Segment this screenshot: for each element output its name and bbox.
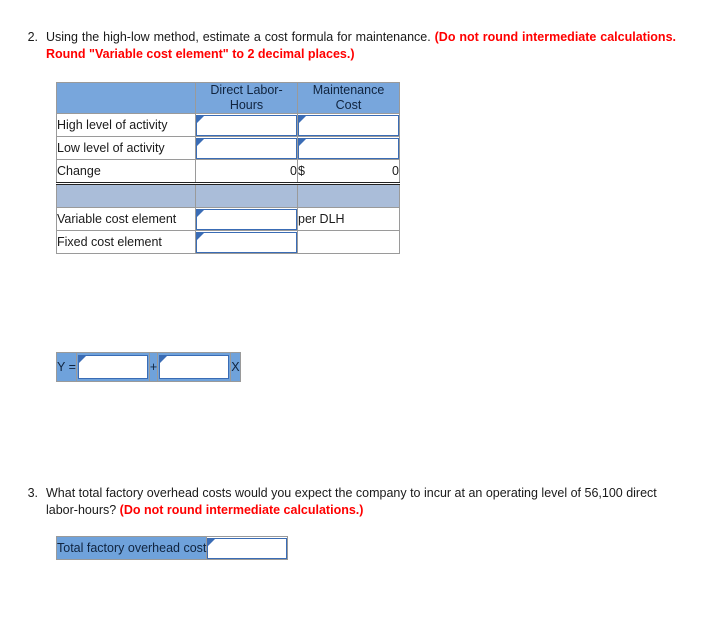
- table-row-fixed-cost: Fixed cost element: [56, 230, 400, 254]
- unit-variable-cost: per DLH: [297, 207, 400, 231]
- input-total-overhead[interactable]: [207, 537, 288, 559]
- table-row-low-level: Low level of activity: [56, 136, 400, 160]
- header-dlh-line2: Hours: [229, 98, 264, 112]
- cell-fixed-cost-value[interactable]: [195, 230, 298, 254]
- row-label-fixed-cost: Fixed cost element: [56, 230, 196, 254]
- question-3-number: 3.: [27, 486, 38, 500]
- question-2: 2. Using the high-low method, estimate a…: [16, 29, 676, 63]
- table-row-change: Change 0 $ 0: [56, 159, 400, 185]
- cell-formula-fixed[interactable]: [157, 352, 232, 382]
- table-separator-band: [56, 183, 400, 208]
- value-change-cost: $ 0: [297, 159, 400, 185]
- row-label-low-level: Low level of activity: [56, 136, 196, 160]
- cell-total-overhead-value[interactable]: [206, 536, 289, 560]
- value-change-cost-amount: 0: [392, 164, 399, 178]
- currency-symbol-change: $: [298, 164, 305, 178]
- cell-formula-variable[interactable]: [75, 352, 150, 382]
- band-cell-3: [297, 183, 400, 208]
- question-2-text: Using the high-low method, estimate a co…: [46, 29, 676, 63]
- high-low-table: Direct Labor- Hours Maintenance Cost Hig…: [56, 82, 400, 254]
- question-3-text-instruction: (Do not round intermediate calculations.…: [119, 503, 364, 517]
- row-label-total-overhead: Total factory overhead cost: [55, 536, 208, 560]
- question-3: 3. What total factory overhead costs wou…: [16, 485, 686, 519]
- question-2-number: 2.: [27, 30, 38, 44]
- table-row-variable-cost: Variable cost element per DLH: [56, 207, 400, 231]
- unit-fixed-cost: [297, 230, 400, 254]
- header-dlh-line1: Direct Labor-: [210, 83, 283, 97]
- cell-low-level-dlh[interactable]: [195, 136, 298, 160]
- input-low-level-cost[interactable]: [298, 137, 399, 159]
- band-cell-2: [195, 183, 298, 208]
- question-2-text-plain: Using the high-low method, estimate a co…: [46, 30, 435, 44]
- value-change-dlh: 0: [195, 159, 298, 185]
- table-header-row: Direct Labor- Hours Maintenance Cost: [56, 82, 400, 114]
- header-direct-labor-hours: Direct Labor- Hours: [195, 82, 298, 114]
- header-cost-line2: Cost: [335, 98, 362, 112]
- total-overhead-table: Total factory overhead cost: [55, 536, 289, 560]
- question-3-text: What total factory overhead costs would …: [46, 485, 686, 519]
- cell-variable-cost-value[interactable]: [195, 207, 298, 231]
- input-low-level-dlh[interactable]: [196, 137, 297, 159]
- header-maintenance-cost: Maintenance Cost: [297, 82, 400, 114]
- input-formula-variable[interactable]: [77, 355, 148, 379]
- header-cost-line1: Maintenance: [312, 83, 385, 97]
- cell-low-level-cost[interactable]: [297, 136, 400, 160]
- input-high-level-cost[interactable]: [298, 114, 399, 136]
- row-label-high-level: High level of activity: [56, 113, 196, 137]
- input-variable-cost[interactable]: [196, 208, 297, 230]
- input-formula-fixed[interactable]: [159, 355, 230, 379]
- cost-formula-row: Y = + X: [56, 352, 241, 382]
- header-blank-cell: [56, 82, 196, 114]
- cell-high-level-cost[interactable]: [297, 113, 400, 137]
- cell-high-level-dlh[interactable]: [195, 113, 298, 137]
- formula-y-label: Y =: [56, 352, 77, 382]
- input-high-level-dlh[interactable]: [196, 114, 297, 136]
- row-label-change: Change: [56, 159, 196, 185]
- formula-plus-sign: +: [148, 352, 159, 382]
- input-fixed-cost[interactable]: [196, 231, 297, 253]
- row-label-variable-cost: Variable cost element: [56, 207, 196, 231]
- table-row-total-overhead: Total factory overhead cost: [55, 536, 289, 560]
- formula-x-label: X: [230, 352, 241, 382]
- table-row-high-level: High level of activity: [56, 113, 400, 137]
- band-cell-1: [56, 183, 196, 208]
